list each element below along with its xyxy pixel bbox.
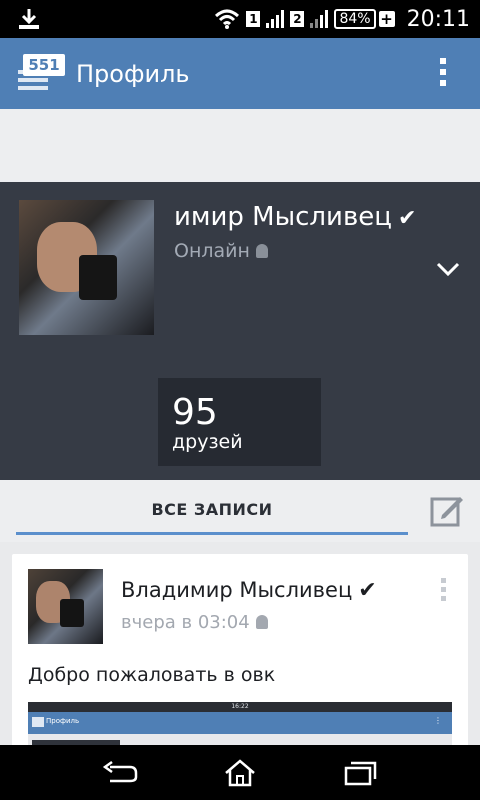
post-image-app-bar: Профиль ⋮ (28, 712, 452, 734)
menu-icon[interactable]: 551 (18, 52, 66, 96)
sim2-indicator: 2 (290, 11, 305, 27)
friends-counter[interactable]: 95 друзей (158, 378, 321, 466)
wifi-icon (215, 9, 240, 29)
navigation-bar (0, 745, 480, 800)
status-icons: 1 2 84% + 20:11 (214, 0, 470, 38)
profile-name: имир Мысливец ✔ (174, 202, 416, 232)
online-status-text: Онлайн (174, 240, 250, 262)
overflow-icon[interactable] (440, 58, 446, 90)
post-text: Добро пожаловать в овк (28, 664, 276, 686)
friends-label: друзей (172, 431, 243, 453)
post-image-overflow-icon: ⋮ (434, 716, 442, 725)
page-title: Профиль (76, 60, 190, 88)
sim1-indicator: 1 (246, 11, 261, 27)
status-time: 20:11 (406, 6, 470, 32)
edit-icon[interactable] (430, 495, 464, 527)
online-status: Онлайн (174, 240, 268, 262)
chevron-down-icon[interactable] (436, 262, 460, 276)
home-icon[interactable] (220, 759, 260, 787)
post-card: Владимир Мысливец ✔ вчера в 03:04 Добро п… (12, 554, 468, 754)
profile-name-text: имир Мысливец (174, 202, 392, 232)
signal-icon (266, 10, 285, 28)
post-image-title: Профиль (46, 717, 80, 725)
back-icon[interactable] (100, 759, 140, 787)
post-author-avatar[interactable] (28, 569, 103, 644)
post-time: вчера в 03:04 (121, 612, 268, 633)
friends-count: 95 (172, 392, 218, 433)
tab-bar: ВСЕ ЗАПИСИ (0, 480, 480, 542)
app-bar: 551 Профиль (0, 38, 480, 109)
post-menu-icon[interactable] (441, 578, 446, 604)
spacer (0, 109, 480, 182)
android-icon (255, 615, 268, 629)
verified-icon: ✔ (358, 578, 377, 603)
post-author-name: Владимир Мысливец (121, 578, 353, 602)
download-icon (19, 9, 39, 29)
status-bar: 1 2 84% + 20:11 (0, 0, 480, 38)
post-image-logo (32, 717, 44, 727)
signal-icon (310, 10, 329, 28)
notification-badge: 551 (23, 54, 65, 76)
tab-indicator (16, 532, 408, 535)
post-author[interactable]: Владимир Мысливец ✔ (121, 578, 377, 603)
battery-icon: 84% + (334, 9, 395, 29)
post-time-text: вчера в 03:04 (121, 612, 250, 633)
charging-icon: + (378, 10, 395, 28)
recent-apps-icon[interactable] (340, 759, 380, 787)
battery-level: 84% (334, 9, 376, 29)
post-image-status: 16:22 (28, 702, 452, 712)
verified-icon: ✔ (397, 206, 417, 231)
tab-all-posts[interactable]: ВСЕ ЗАПИСИ (16, 500, 408, 519)
profile-header: имир Мысливец ✔ Онлайн 95 друзей (0, 182, 480, 480)
profile-avatar[interactable] (19, 200, 154, 335)
android-icon (255, 244, 268, 258)
